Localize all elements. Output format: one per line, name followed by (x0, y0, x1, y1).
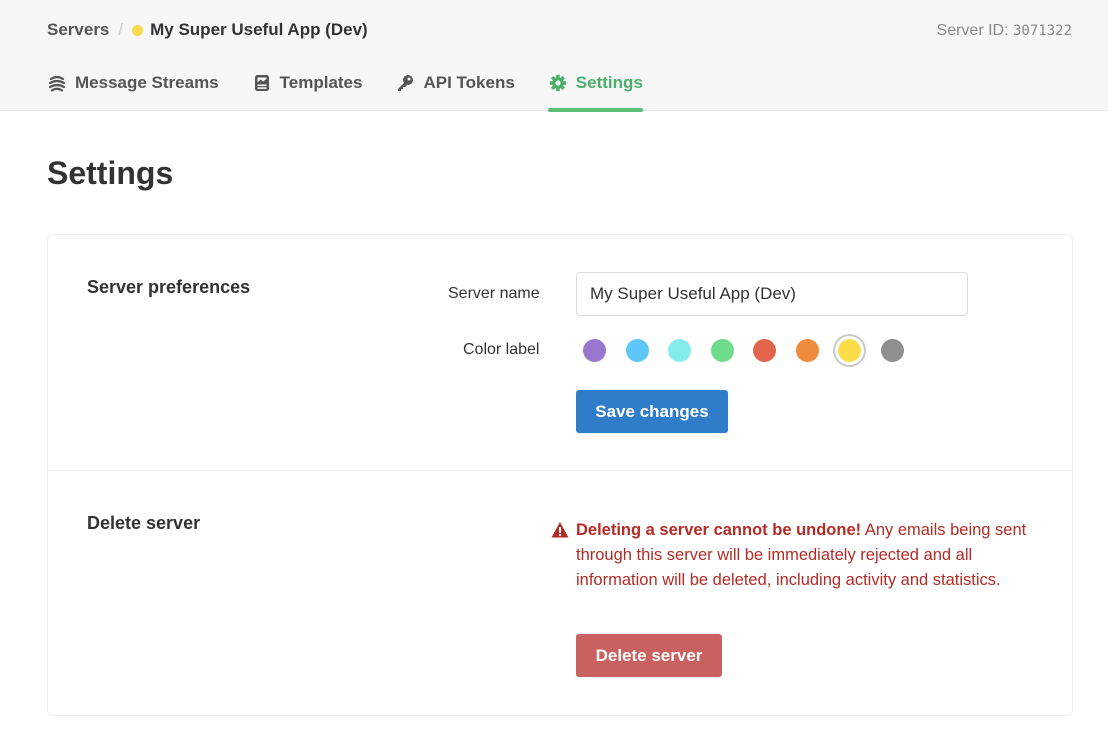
color-swatch-gray[interactable] (880, 339, 904, 362)
gear-icon (548, 73, 568, 93)
color-label-label: Color label (463, 341, 540, 358)
breadcrumb-separator: / (118, 20, 124, 39)
breadcrumb-servers-link[interactable]: Servers (47, 20, 109, 40)
tab-label: Settings (575, 73, 643, 92)
breadcrumb-current-server: My Super Useful App (Dev) (150, 20, 368, 39)
warning-bold-text: Deleting a server cannot be undone! (576, 521, 862, 539)
tab-label: Templates (279, 73, 363, 92)
color-swatch-blue[interactable] (625, 339, 649, 362)
tab-settings[interactable]: Settings (547, 60, 643, 112)
color-swatch-cyan[interactable] (668, 339, 691, 362)
streams-icon (47, 73, 67, 93)
delete-section-title: Delete server (87, 513, 201, 533)
server-id: Server ID: 3071322 (937, 22, 1072, 40)
server-id-value: 3071322 (1012, 23, 1072, 39)
delete-server-button[interactable]: Delete server (576, 634, 722, 677)
tab-bar: Message Streams Templates API Tokens Set… (47, 60, 676, 112)
server-id-label: Server ID: (936, 22, 1009, 39)
warning-icon (551, 522, 569, 538)
header-bar: Servers / My Super Useful App (Dev) Serv… (0, 0, 1108, 112)
tab-message-streams[interactable]: Message Streams (47, 60, 219, 111)
color-swatch-group (583, 339, 923, 362)
tab-templates[interactable]: Templates (252, 60, 363, 111)
server-name-label: Server name (448, 285, 540, 302)
key-icon (395, 73, 415, 93)
settings-card: Server preferences Server name Color lab… (47, 234, 1073, 716)
tab-api-tokens[interactable]: API Tokens (395, 60, 515, 111)
color-swatch-purple[interactable] (583, 339, 606, 362)
breadcrumb: Servers / My Super Useful App (Dev) (47, 20, 368, 40)
template-icon (252, 73, 272, 93)
delete-warning: Deleting a server cannot be undone! Any … (551, 518, 1041, 593)
tab-label: API Tokens (423, 73, 515, 92)
tab-label: Message Streams (75, 73, 219, 92)
server-preferences-section: Server preferences Server name Color lab… (48, 235, 1072, 471)
section-title: Server preferences (87, 277, 251, 297)
color-swatch-red[interactable] (753, 339, 776, 362)
save-changes-button[interactable]: Save changes (576, 390, 728, 433)
page-title: Settings (47, 155, 174, 191)
server-color-dot (132, 24, 144, 36)
server-name-input[interactable] (576, 272, 968, 316)
color-swatch-yellow[interactable] (838, 339, 861, 362)
color-swatch-orange[interactable] (795, 339, 819, 362)
color-swatch-green[interactable] (710, 339, 734, 362)
